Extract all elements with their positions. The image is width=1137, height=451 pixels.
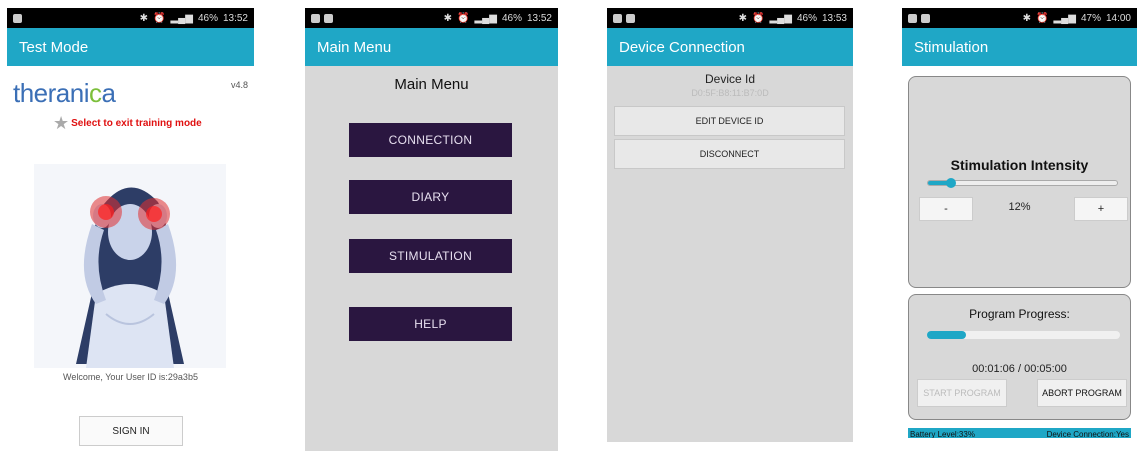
page-title: Main Menu: [394, 76, 469, 93]
signal-icon: ▂▄▆: [769, 12, 792, 24]
notification-icon: [324, 13, 333, 23]
alarm-icon: ⏰: [1036, 12, 1049, 24]
status-time: 13:52: [222, 12, 248, 24]
headache-illustration: [34, 164, 226, 368]
diary-button[interactable]: DIARY: [349, 180, 512, 214]
notification-icon: [921, 13, 930, 23]
status-footer: Battery Level:33% Device Connection:Yes: [908, 428, 1131, 438]
phone-stimulation: ✱ ⏰ ▂▄▆ 47% 14:00 Stimulation Stimulatio…: [902, 8, 1137, 438]
program-progress-fill: [927, 331, 966, 339]
program-progress-bar: [927, 331, 1120, 339]
battery-percent: 46%: [796, 12, 817, 24]
bluetooth-icon: ✱: [139, 12, 149, 24]
program-progress-title: Program Progress:: [969, 307, 1070, 321]
intensity-slider-thumb[interactable]: [945, 178, 956, 188]
device-connection-content: Device Id D0:5F:B8:11:B7:0D EDIT DEVICE …: [607, 66, 853, 442]
star-icon: ★: [53, 113, 70, 133]
signal-icon: ▂▄▆: [1053, 12, 1076, 24]
stimulation-content: Stimulation Intensity - 12% + Program Pr…: [902, 66, 1137, 438]
app-bar-title: Stimulation: [902, 28, 1137, 66]
battery-percent: 46%: [197, 12, 218, 24]
intensity-panel: Stimulation Intensity - 12% +: [908, 76, 1131, 288]
theranica-logo: theranica: [13, 78, 116, 108]
edit-device-id-button[interactable]: EDIT DEVICE ID: [614, 106, 845, 136]
welcome-user-id: Welcome, Your User ID is:29a3b5: [63, 372, 198, 382]
main-menu-content: Main Menu CONNECTION DIARY STIMULATION H…: [305, 66, 558, 451]
phone-main-menu: ✱ ⏰ ▂▄▆ 46% 13:52 Main Menu Main Menu CO…: [305, 8, 558, 451]
stimulation-button[interactable]: STIMULATION: [349, 239, 512, 273]
battery-level: Battery Level:33%: [910, 429, 975, 439]
notification-icon: [13, 13, 22, 23]
status-time: 14:00: [1105, 12, 1131, 24]
start-program-button[interactable]: START PROGRAM: [917, 379, 1007, 407]
intensity-increase-button[interactable]: +: [1074, 197, 1128, 221]
phone-test-mode: ✱ ⏰ ▂▄▆ 46% 13:52 Test Mode theranica v4…: [7, 8, 254, 451]
status-bar: ✱ ⏰ ▂▄▆ 46% 13:52: [7, 8, 254, 28]
screenshot-icon: [613, 13, 622, 23]
status-time: 13:52: [526, 12, 552, 24]
device-id-value: D0:5F:B8:11:B7:0D: [691, 88, 769, 98]
intensity-slider[interactable]: [927, 178, 1118, 188]
sign-in-button[interactable]: SIGN IN: [79, 416, 183, 446]
program-progress-time: 00:01:06 / 00:05:00: [972, 363, 1067, 375]
bluetooth-icon: ✱: [1022, 12, 1032, 24]
status-bar: ✱ ⏰ ▂▄▆ 46% 13:53: [607, 8, 853, 28]
notification-icon: [626, 13, 635, 23]
app-bar-title: Test Mode: [7, 28, 254, 66]
signal-icon: ▂▄▆: [170, 12, 193, 24]
status-bar: ✱ ⏰ ▂▄▆ 46% 13:52: [305, 8, 558, 28]
battery-percent: 46%: [501, 12, 522, 24]
disconnect-button[interactable]: DISCONNECT: [614, 139, 845, 169]
stimulation-intensity-title: Stimulation Intensity: [950, 157, 1089, 173]
version-label: v4.8: [230, 80, 248, 90]
screenshot-icon: [908, 13, 917, 23]
test-mode-content: theranica v4.8 ★ Select to exit training…: [7, 66, 254, 451]
device-id-label: Device Id: [704, 72, 756, 86]
bluetooth-icon: ✱: [738, 12, 748, 24]
alarm-icon: ⏰: [752, 12, 765, 24]
alarm-icon: ⏰: [153, 12, 166, 24]
alarm-icon: ⏰: [457, 12, 470, 24]
app-bar-title: Device Connection: [607, 28, 853, 66]
exit-training-text: Select to exit training mode: [71, 117, 202, 129]
bluetooth-icon: ✱: [443, 12, 453, 24]
phone-device-connection: ✱ ⏰ ▂▄▆ 46% 13:53 Device Connection Devi…: [607, 8, 853, 442]
help-button[interactable]: HELP: [349, 307, 512, 341]
abort-program-button[interactable]: ABORT PROGRAM: [1037, 379, 1127, 407]
device-connection-status: Device Connection:Yes: [1046, 429, 1129, 439]
screenshot-icon: [311, 13, 320, 23]
status-bar: ✱ ⏰ ▂▄▆ 47% 14:00: [902, 8, 1137, 28]
exit-training-link[interactable]: ★ Select to exit training mode: [53, 114, 202, 132]
battery-percent: 47%: [1080, 12, 1101, 24]
app-bar-title: Main Menu: [305, 28, 558, 66]
connection-button[interactable]: CONNECTION: [349, 123, 512, 157]
signal-icon: ▂▄▆: [474, 12, 497, 24]
status-time: 13:53: [821, 12, 847, 24]
program-progress-panel: Program Progress: 00:01:06 / 00:05:00 ST…: [908, 294, 1131, 420]
